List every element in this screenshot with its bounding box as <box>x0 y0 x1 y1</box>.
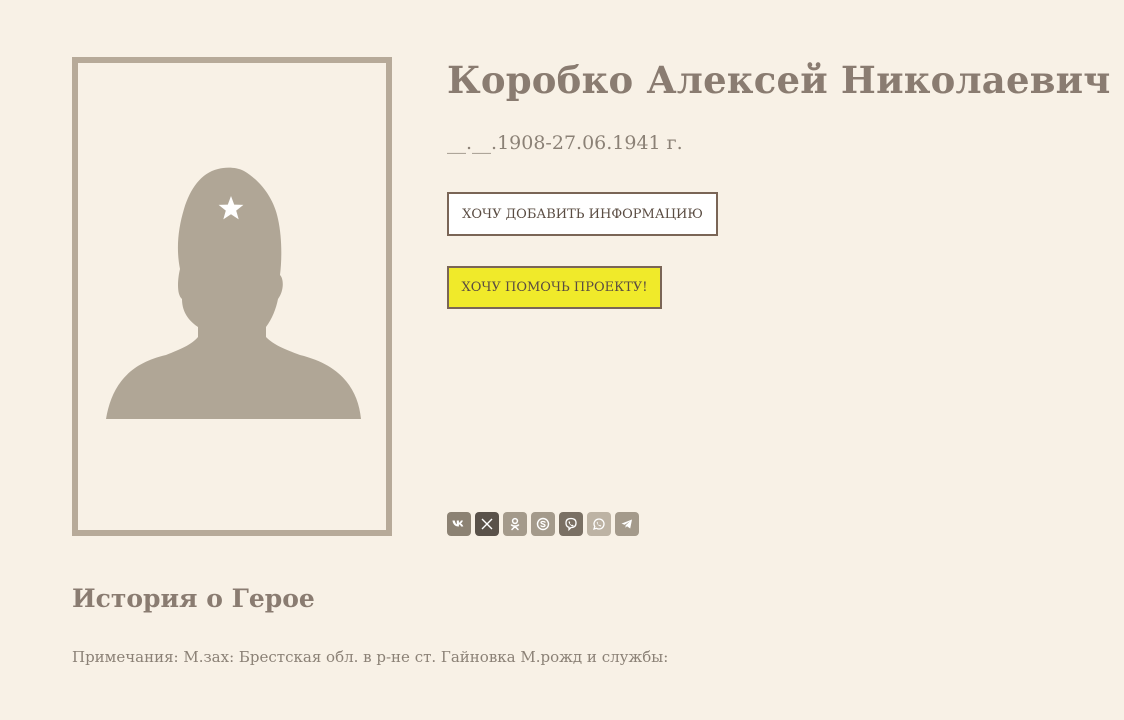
share-skype-button[interactable] <box>531 512 555 536</box>
share-vk-button[interactable] <box>447 512 471 536</box>
viber-icon <box>565 517 577 532</box>
story-note: Примечания: М.зах: Брестская обл. в р-не… <box>72 648 669 666</box>
telegram-icon <box>621 519 632 529</box>
share-buttons <box>447 512 639 536</box>
vk-icon <box>452 520 464 527</box>
x-icon <box>481 518 493 530</box>
odnoklassniki-icon <box>510 517 520 531</box>
whatsapp-icon <box>593 518 605 530</box>
share-x-button[interactable] <box>475 512 499 536</box>
share-whatsapp-button[interactable] <box>587 512 611 536</box>
soldier-silhouette-icon <box>106 167 361 419</box>
skype-icon <box>536 517 550 531</box>
share-odnoklassniki-button[interactable] <box>503 512 527 536</box>
share-viber-button[interactable] <box>559 512 583 536</box>
share-telegram-button[interactable] <box>615 512 639 536</box>
add-info-button[interactable]: ХОЧУ ДОБАВИТЬ ИНФОРМАЦИЮ <box>447 192 718 236</box>
hero-name: Коробко Алексей Николаевич <box>447 58 1111 102</box>
hero-photo-frame <box>72 57 392 536</box>
story-section-title: История о Герое <box>72 584 315 613</box>
help-project-button[interactable]: ХОЧУ ПОМОЧЬ ПРОЕКТУ! <box>447 266 662 309</box>
hero-life-dates: __.__.1908-27.06.1941 г. <box>447 132 683 154</box>
